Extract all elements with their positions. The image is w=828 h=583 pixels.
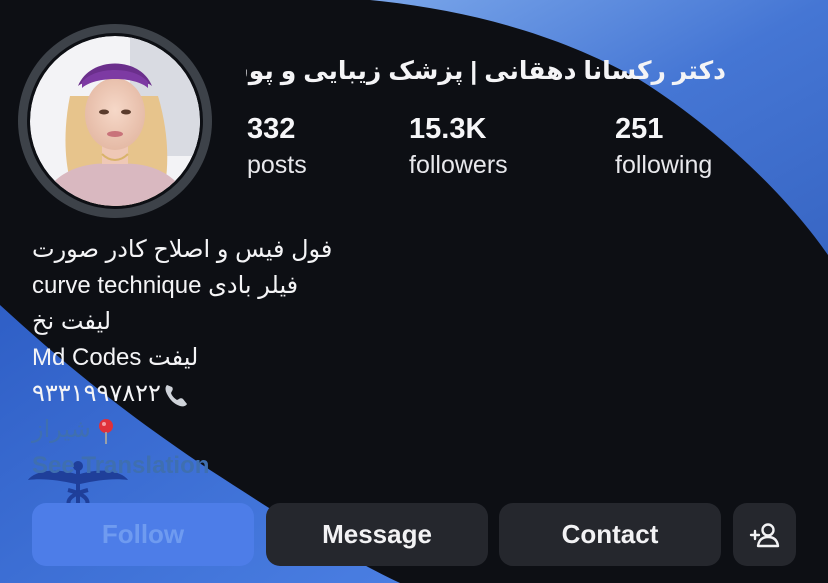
- posts-label: posts: [247, 151, 307, 179]
- add-user-button[interactable]: [733, 503, 796, 566]
- phone-number[interactable]: ۹۳۳۱۹۹۷۸۲۲: [32, 380, 161, 407]
- posts-count: 332: [247, 113, 296, 145]
- telephone-receiver-icon: [165, 384, 187, 407]
- bio-line-3: لیفت نخ: [32, 308, 112, 335]
- stat-followers[interactable]: 15.3K followers: [409, 112, 508, 182]
- profile-name: دکتر رکسانا دهقانی | پزشک زیبایی و پوست: [246, 57, 726, 85]
- location-text[interactable]: شیراز: [32, 416, 91, 443]
- bio: فول فیس و اصلاح کادر صورت فیلر بادی curv…: [32, 232, 452, 484]
- round-pushpin-icon: [98, 418, 113, 444]
- following-label: following: [615, 151, 713, 179]
- followers-count: 15.3K: [409, 113, 487, 145]
- message-button[interactable]: Message: [266, 503, 488, 566]
- avatar: [30, 36, 200, 206]
- add-user-icon: [749, 522, 779, 547]
- followers-label: followers: [409, 151, 508, 179]
- see-translation-link[interactable]: See Translation: [32, 448, 452, 484]
- stat-posts[interactable]: 332 posts: [247, 112, 307, 182]
- bio-line-4: لیفت Md Codes: [32, 344, 199, 371]
- following-count: 251: [615, 113, 664, 145]
- bio-phone-line[interactable]: ۹۳۳۱۹۹۷۸۲۲: [32, 376, 452, 412]
- bio-location-line: شیراز: [32, 412, 452, 448]
- avatar-inner: [27, 33, 203, 209]
- contact-button[interactable]: Contact: [499, 503, 721, 566]
- bio-line-2: فیلر بادی curve technique: [32, 272, 299, 299]
- follow-button[interactable]: Follow: [32, 503, 254, 566]
- bio-line-1: فول فیس و اصلاح کادر صورت: [32, 236, 333, 263]
- profile-screen: دکتر رکسانا دهقانی | پزشک زیبایی و پوست …: [0, 0, 828, 583]
- stat-following[interactable]: 251 following: [615, 112, 712, 182]
- avatar-ring[interactable]: [18, 24, 212, 218]
